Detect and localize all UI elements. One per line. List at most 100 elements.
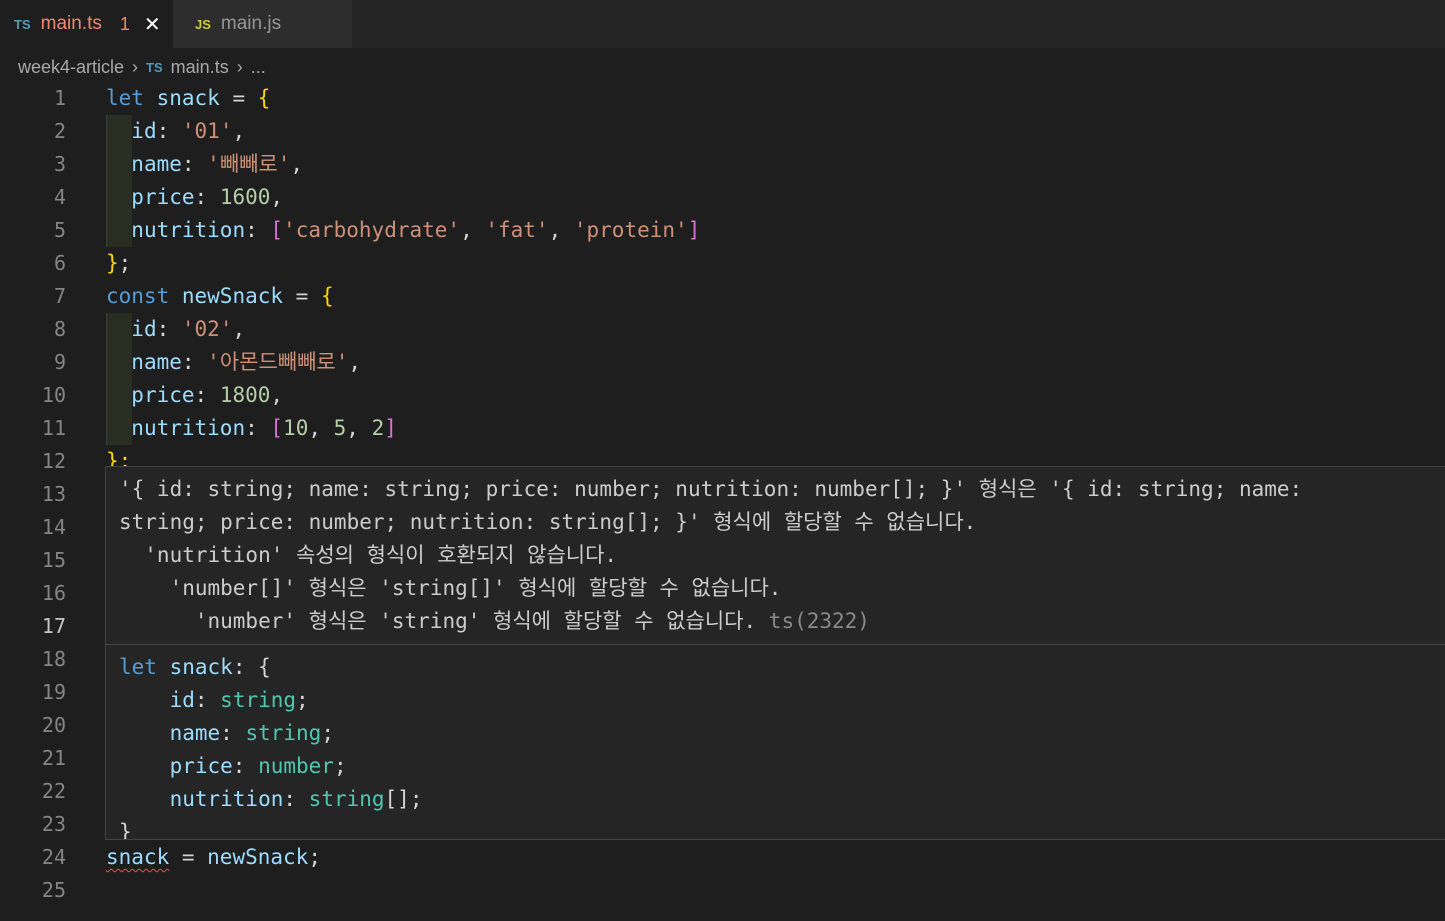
property: price bbox=[131, 383, 195, 407]
tab-main-js[interactable]: JS main.js bbox=[173, 0, 353, 48]
number-literal: 10 bbox=[283, 416, 309, 440]
variable: snack bbox=[169, 655, 233, 679]
comma: , bbox=[308, 416, 334, 440]
semicolon: ; bbox=[296, 688, 309, 712]
property: name bbox=[131, 350, 182, 374]
code-line-24[interactable]: snack = newSnack; bbox=[106, 841, 321, 874]
chevron-right-icon: › bbox=[236, 56, 243, 77]
line-number: 5 bbox=[53, 218, 66, 242]
error-count-badge: 1 bbox=[119, 13, 130, 34]
number-literal: 1800 bbox=[219, 383, 271, 407]
tab-bar: TS main.ts 1 ✕ JS main.js bbox=[0, 0, 1445, 48]
colon: : bbox=[156, 317, 182, 341]
colon: : bbox=[156, 119, 182, 143]
field-name: name bbox=[169, 721, 221, 745]
code-line-2[interactable]: id: '01', bbox=[106, 115, 245, 148]
colon: : bbox=[181, 152, 208, 176]
bracket: ] bbox=[687, 218, 701, 242]
comma: , bbox=[460, 218, 486, 242]
hover-tooltip: '{ id: string; name: string; price: numb… bbox=[105, 466, 1445, 840]
colon: : bbox=[181, 350, 208, 374]
code-line-4[interactable]: price: 1600, bbox=[106, 181, 283, 214]
chevron-right-icon: › bbox=[132, 56, 139, 77]
error-variable[interactable]: snack bbox=[106, 845, 169, 869]
code-line-5[interactable]: nutrition: ['carbohydrate', 'fat', 'prot… bbox=[106, 214, 700, 247]
error-line: 'number' 형식은 'string' 형식에 할당할 수 없습니다. ts… bbox=[119, 605, 1302, 638]
error-line: string; price: number; nutrition: string… bbox=[119, 510, 977, 534]
code-line-7[interactable]: const newSnack = { bbox=[106, 280, 334, 313]
line-number: 23 bbox=[41, 812, 66, 836]
breadcrumb-folder[interactable]: week4-article bbox=[18, 57, 124, 78]
colon: : bbox=[194, 185, 220, 209]
tab-main-ts[interactable]: TS main.ts 1 ✕ bbox=[0, 0, 173, 48]
operator: = bbox=[169, 845, 208, 869]
property: name bbox=[131, 152, 182, 176]
line-number: 10 bbox=[41, 383, 66, 407]
line-number: 16 bbox=[41, 581, 66, 605]
colon: : bbox=[232, 655, 259, 679]
string-literal: 'carbohydrate' bbox=[283, 218, 461, 242]
line-number: 3 bbox=[53, 152, 66, 176]
bracket: ] bbox=[384, 416, 397, 440]
comma: , bbox=[232, 119, 246, 143]
semicolon: ; bbox=[308, 845, 321, 869]
typescript-file-icon: TS bbox=[14, 16, 31, 32]
comma: , bbox=[348, 350, 362, 374]
line-number: 20 bbox=[41, 713, 66, 737]
line-number: 9 bbox=[53, 350, 66, 374]
divider bbox=[106, 644, 1445, 645]
field-name: price bbox=[169, 754, 233, 778]
error-code-link[interactable]: ts(2322) bbox=[769, 609, 870, 633]
error-line: 'number[]' 형식은 'string[]' 형식에 할당할 수 없습니다… bbox=[119, 576, 782, 600]
string-literal: 'protein' bbox=[573, 218, 688, 242]
operator: = bbox=[283, 284, 321, 308]
breadcrumb-symbols[interactable]: ... bbox=[251, 57, 266, 78]
code-line-8[interactable]: id: '02', bbox=[106, 313, 245, 346]
breadcrumb-file[interactable]: main.ts bbox=[171, 57, 229, 78]
operator: = bbox=[219, 86, 258, 110]
colon: : bbox=[245, 416, 271, 440]
keyword: let bbox=[106, 86, 144, 110]
string-literal: 'fat' bbox=[485, 218, 549, 242]
line-number: 15 bbox=[41, 548, 66, 572]
code-line-6[interactable]: }; bbox=[106, 247, 131, 280]
brace: } bbox=[106, 251, 119, 275]
line-number: 22 bbox=[41, 779, 66, 803]
code-line-10[interactable]: price: 1800, bbox=[106, 379, 283, 412]
field-name: nutrition bbox=[169, 787, 284, 811]
tab-label: main.ts bbox=[40, 13, 102, 34]
string-literal: '아몬드빼빼로' bbox=[207, 350, 349, 374]
error-message: '{ id: string; name: string; price: numb… bbox=[119, 473, 1302, 638]
line-number: 11 bbox=[41, 416, 66, 440]
breadcrumb: week4-article › TS main.ts › ... bbox=[18, 54, 266, 80]
line-number: 18 bbox=[41, 647, 66, 671]
keyword: let bbox=[119, 655, 157, 679]
close-icon[interactable]: ✕ bbox=[144, 12, 161, 37]
semicolon: ; bbox=[118, 251, 132, 275]
field-type: string bbox=[245, 721, 322, 745]
bracket: [ bbox=[270, 416, 284, 440]
property: id bbox=[131, 119, 157, 143]
semicolon: ; bbox=[321, 721, 334, 745]
colon: : bbox=[245, 218, 271, 242]
number-literal: 5 bbox=[333, 416, 347, 440]
code-line-11[interactable]: nutrition: [10, 5, 2] bbox=[106, 412, 397, 445]
line-number: 14 bbox=[41, 515, 66, 539]
comma: , bbox=[346, 416, 372, 440]
line-number: 1 bbox=[53, 86, 66, 110]
line-number: 24 bbox=[41, 845, 66, 869]
comma: , bbox=[290, 152, 304, 176]
array-suffix: []; bbox=[384, 787, 423, 811]
field-type: number bbox=[258, 754, 334, 778]
field-type: string bbox=[220, 688, 297, 712]
typescript-file-icon: TS bbox=[146, 59, 163, 75]
code-line-9[interactable]: name: '아몬드빼빼로', bbox=[106, 346, 361, 379]
code-line-3[interactable]: name: '빼빼로', bbox=[106, 148, 303, 181]
line-number: 19 bbox=[41, 680, 66, 704]
variable: snack bbox=[156, 86, 220, 110]
error-text: 'number' 형식은 'string' 형식에 할당할 수 없습니다. bbox=[119, 609, 757, 633]
code-line-1[interactable]: let snack = { bbox=[106, 82, 270, 115]
number-literal: 1600 bbox=[219, 185, 271, 209]
line-number-current: 17 bbox=[41, 614, 66, 638]
number-literal: 2 bbox=[371, 416, 385, 440]
